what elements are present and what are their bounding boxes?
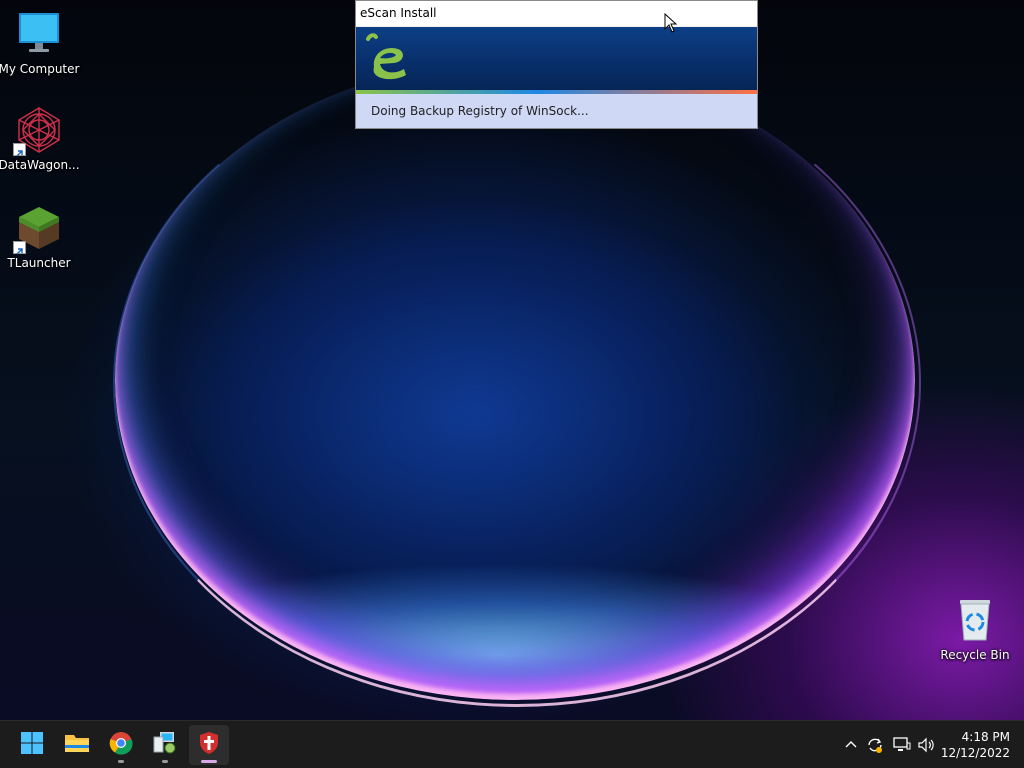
desktop-icon-label: My Computer: [0, 62, 80, 76]
desktop-icon-label: DataWagon...: [0, 158, 80, 172]
chevron-up-icon[interactable]: [841, 735, 861, 755]
running-indicator: [162, 760, 168, 763]
taskbar: 4:18 PM 12/12/2022: [0, 720, 1024, 768]
network-computer-icon: [152, 731, 178, 759]
file-explorer-icon: [64, 731, 90, 759]
monitor-icon: [15, 10, 63, 58]
clock-time: 4:18 PM: [961, 730, 1010, 744]
taskbar-network-app[interactable]: [145, 725, 185, 765]
windows-start-icon: [20, 731, 44, 759]
active-indicator: [201, 760, 217, 763]
mouse-cursor-icon: [664, 12, 678, 33]
shortcut-arrow-icon: [13, 241, 26, 255]
taskbar-escan[interactable]: [189, 725, 229, 765]
start-button[interactable]: [12, 725, 52, 765]
recycle-bin-icon: [951, 596, 999, 644]
desktop-icon-tlauncher[interactable]: TLauncher: [0, 204, 81, 270]
escan-banner: [356, 27, 757, 91]
escan-shield-icon: [198, 731, 220, 759]
network-icon[interactable]: [892, 735, 912, 755]
system-clock[interactable]: 4:18 PM 12/12/2022: [941, 729, 1010, 761]
taskbar-chrome[interactable]: [101, 725, 141, 765]
shortcut-arrow-icon: [13, 143, 26, 157]
desktop-icon-my-computer[interactable]: My Computer: [0, 10, 81, 76]
running-indicator: [118, 760, 124, 763]
sync-icon[interactable]: [865, 735, 885, 755]
desktop-icon-recycle-bin[interactable]: Recycle Bin: [933, 596, 1017, 662]
escan-install-window[interactable]: eScan Install Doing Backup Registry of W…: [355, 0, 758, 129]
clock-date: 12/12/2022: [940, 746, 1010, 760]
desktop-icon-datawagon[interactable]: DataWagon...: [0, 106, 81, 172]
minecraft-grass-block-icon: [13, 204, 63, 255]
window-title: eScan Install: [356, 1, 757, 26]
install-status-text: Doing Backup Registry of WinSock...: [356, 94, 757, 128]
datawagon-icon: [13, 106, 63, 157]
chrome-icon: [109, 731, 133, 759]
desktop-icon-label: Recycle Bin: [940, 648, 1010, 662]
desktop-icon-label: TLauncher: [7, 256, 71, 270]
escan-logo-icon: [360, 31, 416, 87]
taskbar-file-explorer[interactable]: [57, 725, 97, 765]
volume-icon[interactable]: [917, 735, 937, 755]
wallpaper-bloom-rim: [113, 58, 921, 707]
